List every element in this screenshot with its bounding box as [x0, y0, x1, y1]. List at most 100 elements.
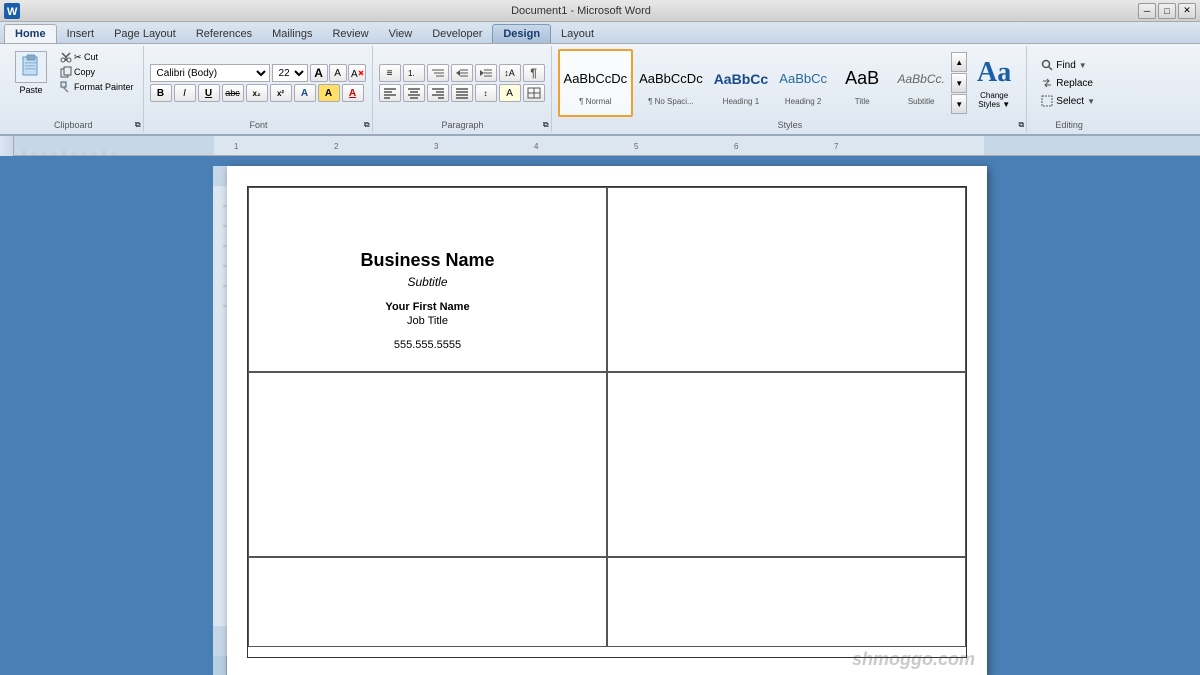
tab-home[interactable]: Home	[4, 24, 57, 43]
replace-label: Replace	[1056, 78, 1093, 89]
ruler: 1 2 3 4 5 6 7	[0, 136, 1200, 156]
find-button[interactable]: Find ▼	[1037, 57, 1099, 73]
svg-text:1.: 1.	[408, 69, 415, 78]
app-icon: W	[4, 3, 20, 19]
style-heading1[interactable]: AaBbCc Heading 1	[709, 49, 773, 117]
clear-format-button[interactable]: A	[348, 64, 366, 82]
tab-view[interactable]: View	[379, 25, 423, 43]
paste-button[interactable]: Paste	[8, 48, 54, 98]
shading-button[interactable]: A	[499, 84, 521, 102]
line-spacing-button[interactable]: ↕	[475, 84, 497, 102]
cut-button[interactable]: ✂ Cut	[57, 50, 137, 64]
tab-layout[interactable]: Layout	[551, 25, 604, 43]
bullets-button[interactable]: ≡	[379, 64, 401, 82]
align-center-button[interactable]	[403, 84, 425, 102]
font-name-select[interactable]: Calibri (Body)	[150, 64, 270, 82]
clipboard-group-label: Clipboard	[4, 120, 143, 130]
borders-button[interactable]	[523, 84, 545, 102]
style-normal-preview: AaBbCcDc	[564, 61, 628, 97]
superscript-button[interactable]: x²	[270, 84, 292, 102]
text-highlight-button[interactable]: A	[318, 84, 340, 102]
font-color-button[interactable]: A	[342, 84, 364, 102]
svg-text:W: W	[7, 6, 18, 18]
grow-font-button[interactable]: A	[310, 64, 328, 82]
paste-icon	[15, 51, 47, 83]
style-nospacing[interactable]: AaBbCcDc ¶ No Spaci...	[634, 49, 708, 117]
style-heading2[interactable]: AaBbCc Heading 2	[774, 49, 832, 117]
copy-button[interactable]: Copy	[57, 65, 137, 79]
align-left-button[interactable]	[379, 84, 401, 102]
underline-button[interactable]: U	[198, 84, 220, 102]
font-launcher[interactable]: ⧉	[364, 120, 370, 130]
close-button[interactable]: ✕	[1178, 3, 1196, 19]
change-styles-button[interactable]: Aa ChangeStyles ▼	[968, 52, 1020, 114]
show-hide-button[interactable]: ¶	[523, 64, 545, 82]
style-normal[interactable]: AaBbCcDc ¶ Normal	[558, 49, 634, 117]
numbering-button[interactable]: 1.	[403, 64, 425, 82]
find-label: Find	[1056, 60, 1075, 71]
bold-button[interactable]: B	[150, 84, 172, 102]
paragraph-group-label: Paragraph	[375, 120, 551, 130]
tab-developer[interactable]: Developer	[422, 25, 492, 43]
card-cell-bottom-right[interactable]	[607, 557, 966, 647]
card-cell-middle-left[interactable]	[248, 372, 607, 557]
style-nospacing-label: ¶ No Spaci...	[648, 97, 694, 106]
tab-pagelayout[interactable]: Page Layout	[104, 25, 186, 43]
style-heading1-preview: AaBbCc	[714, 61, 768, 97]
tab-references[interactable]: References	[186, 25, 262, 43]
svg-text:6: 6	[734, 142, 739, 151]
tab-insert[interactable]: Insert	[57, 25, 105, 43]
style-subtitle-label: Subtitle	[908, 97, 935, 106]
card-cell-top-right[interactable]	[607, 187, 966, 372]
styles-expand[interactable]: ▼	[951, 94, 967, 114]
style-nospacing-preview: AaBbCcDc	[639, 61, 703, 97]
card-subtitle[interactable]: Subtitle	[407, 275, 447, 289]
card-phone[interactable]: 555.555.5555	[394, 339, 461, 351]
styles-scroll-down[interactable]: ▼	[951, 73, 967, 93]
italic-button[interactable]: I	[174, 84, 196, 102]
ruler-content: 1 2 3 4 5 6 7	[14, 136, 1200, 155]
styles-group: AaBbCcDc ¶ Normal AaBbCcDc ¶ No Spaci...…	[554, 46, 1028, 132]
decrease-indent-button[interactable]	[451, 64, 473, 82]
paragraph-content: ≡ 1. ↕A ¶	[379, 48, 545, 130]
window-controls[interactable]: ─ □ ✕	[1138, 3, 1196, 19]
style-subtitle[interactable]: AaBbCc. Subtitle	[892, 49, 950, 117]
styles-content: AaBbCcDc ¶ Normal AaBbCcDc ¶ No Spaci...…	[558, 48, 1021, 130]
card-your-name[interactable]: Your First Name	[385, 301, 469, 313]
subscript-button[interactable]: x₂	[246, 84, 268, 102]
clipboard-launcher[interactable]: ⧉	[135, 120, 141, 130]
styles-scroll-up[interactable]: ▲	[951, 52, 967, 72]
svg-text:7: 7	[834, 142, 839, 151]
card-cell-middle-right[interactable]	[607, 372, 966, 557]
ribbon: Paste ✂ Cut Copy Format Painter Clipboar…	[0, 44, 1200, 136]
card-cell-bottom-left[interactable]	[248, 557, 607, 647]
justify-button[interactable]	[451, 84, 473, 102]
increase-indent-button[interactable]	[475, 64, 497, 82]
card-business-name[interactable]: Business Name	[360, 250, 494, 271]
styles-launcher[interactable]: ⧉	[1018, 120, 1024, 130]
style-title[interactable]: AaB Title	[833, 49, 891, 117]
text-effects-button[interactable]: A	[294, 84, 316, 102]
tab-design[interactable]: Design	[492, 24, 551, 43]
paragraph-group: ≡ 1. ↕A ¶	[375, 46, 552, 132]
align-right-button[interactable]	[427, 84, 449, 102]
svg-text:A: A	[351, 69, 358, 80]
business-card-cell[interactable]: S Business Name Subtitle Your First Name…	[248, 187, 607, 372]
minimize-button[interactable]: ─	[1138, 3, 1156, 19]
format-painter-button[interactable]: Format Painter	[57, 80, 137, 94]
paragraph-launcher[interactable]: ⧉	[543, 120, 549, 130]
maximize-button[interactable]: □	[1158, 3, 1176, 19]
select-button[interactable]: Select ▼	[1037, 93, 1099, 109]
tab-review[interactable]: Review	[322, 25, 378, 43]
tab-mailings[interactable]: Mailings	[262, 25, 322, 43]
replace-button[interactable]: Replace	[1037, 75, 1099, 91]
svg-text:5: 5	[634, 142, 639, 151]
sort-button[interactable]: ↕A	[499, 64, 521, 82]
font-content: Calibri (Body) 22 A A A B I U abc x₂	[150, 48, 366, 130]
strikethrough-button[interactable]: abc	[222, 84, 244, 102]
multilevel-list-button[interactable]	[427, 64, 449, 82]
card-job-title[interactable]: Job Title	[407, 315, 448, 327]
paste-label: Paste	[19, 85, 42, 95]
shrink-font-button[interactable]: A	[329, 64, 347, 82]
font-size-select[interactable]: 22	[272, 64, 308, 82]
